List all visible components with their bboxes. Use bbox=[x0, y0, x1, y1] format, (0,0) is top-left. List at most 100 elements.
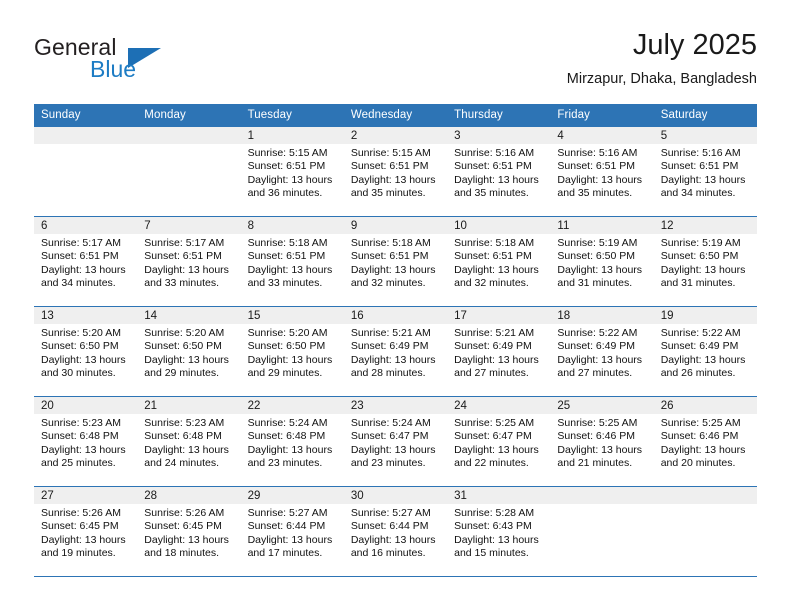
sunrise-text: Sunrise: 5:25 AM bbox=[454, 417, 535, 429]
sunrise-text: Sunrise: 5:16 AM bbox=[557, 147, 638, 159]
sunset-text: Sunset: 6:49 PM bbox=[557, 340, 636, 353]
sunset-text: Sunset: 6:49 PM bbox=[454, 340, 532, 353]
calendar-day-cell[interactable]: 18 Sunrise: 5:22 AM Sunset: 6:49 PM Dayligh… bbox=[550, 306, 654, 397]
day-details: Sunrise: 5:17 AM Sunset: 6:51 PM Daylight:… bbox=[34, 234, 137, 291]
day-number: 7 bbox=[137, 217, 241, 234]
sunrise-text: Sunrise: 5:27 AM bbox=[247, 507, 328, 519]
calendar-day-cell[interactable]: 7 Sunrise: 5:17 AM Sunset: 6:51 PM Daylight… bbox=[137, 216, 241, 307]
daylight-text: Daylight: 13 hours and 18 minutes. bbox=[144, 533, 229, 560]
calendar-day-cell[interactable]: 31 Sunrise: 5:28 AM Sunset: 6:43 PM Dayligh… bbox=[447, 486, 551, 577]
day-details: Sunrise: 5:28 AM Sunset: 6:43 PM Daylight:… bbox=[447, 504, 550, 561]
daylight-text: Daylight: 13 hours and 27 minutes. bbox=[557, 353, 643, 380]
sunrise-text: Sunrise: 5:20 AM bbox=[247, 327, 328, 339]
sunrise-text: Sunrise: 5:23 AM bbox=[41, 417, 121, 429]
calendar-day-cell[interactable]: 6 Sunrise: 5:17 AM Sunset: 6:51 PM Daylight… bbox=[34, 216, 138, 307]
sunset-text: Sunset: 6:46 PM bbox=[660, 430, 739, 443]
sunrise-text: Sunrise: 5:19 AM bbox=[557, 237, 638, 249]
weekday-header-tuesday: Tuesday bbox=[240, 104, 344, 127]
sunset-text: Sunset: 6:46 PM bbox=[557, 430, 636, 443]
day-number: 9 bbox=[343, 217, 448, 234]
sunrise-text: Sunrise: 5:15 AM bbox=[247, 147, 328, 159]
sunset-text: Sunset: 6:43 PM bbox=[454, 520, 532, 533]
calendar-grid: Sunday Monday Tuesday Wednesday Thursday… bbox=[34, 104, 757, 577]
sunrise-text: Sunrise: 5:22 AM bbox=[660, 327, 741, 339]
calendar-day-cell[interactable]: 1 Sunrise: 5:15 AM Sunset: 6:51 PM Daylight… bbox=[240, 126, 344, 217]
day-details: Sunrise: 5:25 AM Sunset: 6:46 PM Daylight:… bbox=[654, 414, 757, 471]
calendar-day-cell[interactable]: 21 Sunrise: 5:23 AM Sunset: 6:48 PM Dayligh… bbox=[137, 396, 241, 487]
day-number: 5 bbox=[653, 127, 757, 144]
calendar-day-cell[interactable]: 12 Sunrise: 5:19 AM Sunset: 6:50 PM Dayligh… bbox=[653, 216, 757, 307]
day-details: Sunrise: 5:20 AM Sunset: 6:50 PM Daylight:… bbox=[137, 324, 240, 381]
calendar-day-cell[interactable]: 29 Sunrise: 5:27 AM Sunset: 6:44 PM Dayligh… bbox=[240, 486, 344, 577]
daylight-text: Daylight: 13 hours and 23 minutes. bbox=[247, 443, 333, 470]
day-number bbox=[137, 127, 241, 144]
day-details: Sunrise: 5:16 AM Sunset: 6:51 PM Daylight:… bbox=[550, 144, 653, 201]
sunset-text: Sunset: 6:49 PM bbox=[660, 340, 739, 353]
calendar-day-cell[interactable]: 8 Sunrise: 5:18 AM Sunset: 6:51 PM Daylight… bbox=[240, 216, 344, 307]
sunrise-text: Sunrise: 5:26 AM bbox=[41, 507, 121, 519]
day-number: 11 bbox=[550, 217, 654, 234]
calendar-day-cell[interactable]: 19 Sunrise: 5:22 AM Sunset: 6:49 PM Dayligh… bbox=[653, 306, 757, 397]
calendar-day-cell[interactable]: 27 Sunrise: 5:26 AM Sunset: 6:45 PM Dayligh… bbox=[34, 486, 138, 577]
sunset-text: Sunset: 6:51 PM bbox=[144, 250, 222, 263]
sunset-text: Sunset: 6:47 PM bbox=[350, 430, 429, 443]
calendar-day-cell[interactable]: 5 Sunrise: 5:16 AM Sunset: 6:51 PM Daylight… bbox=[653, 126, 757, 217]
daylight-text: Daylight: 13 hours and 36 minutes. bbox=[247, 173, 333, 200]
calendar-day-cell[interactable]: 23 Sunrise: 5:24 AM Sunset: 6:47 PM Dayligh… bbox=[343, 396, 448, 487]
calendar-day-cell[interactable]: 14 Sunrise: 5:20 AM Sunset: 6:50 PM Dayligh… bbox=[137, 306, 241, 397]
day-number: 13 bbox=[34, 307, 138, 324]
day-number: 10 bbox=[447, 217, 551, 234]
day-number bbox=[550, 487, 654, 504]
calendar-day-cell[interactable]: 3 Sunrise: 5:16 AM Sunset: 6:51 PM Daylight… bbox=[447, 126, 551, 217]
day-number: 31 bbox=[447, 487, 551, 504]
calendar-day-cell[interactable]: 15 Sunrise: 5:20 AM Sunset: 6:50 PM Dayligh… bbox=[240, 306, 344, 397]
day-details: Sunrise: 5:24 AM Sunset: 6:47 PM Daylight:… bbox=[344, 414, 447, 471]
calendar-day-cell[interactable]: 4 Sunrise: 5:16 AM Sunset: 6:51 PM Daylight… bbox=[550, 126, 654, 217]
day-details: Sunrise: 5:23 AM Sunset: 6:48 PM Daylight:… bbox=[137, 414, 240, 471]
weekday-header-saturday: Saturday bbox=[653, 104, 757, 127]
daylight-text: Daylight: 13 hours and 28 minutes. bbox=[350, 353, 436, 380]
day-number: 14 bbox=[137, 307, 241, 324]
day-details: Sunrise: 5:20 AM Sunset: 6:50 PM Daylight:… bbox=[34, 324, 137, 381]
sunset-text: Sunset: 6:51 PM bbox=[454, 250, 532, 263]
calendar-day-cell[interactable]: 17 Sunrise: 5:21 AM Sunset: 6:49 PM Dayligh… bbox=[447, 306, 551, 397]
calendar-body: 1 Sunrise: 5:15 AM Sunset: 6:51 PM Daylight… bbox=[34, 126, 757, 577]
day-details: Sunrise: 5:25 AM Sunset: 6:47 PM Daylight:… bbox=[447, 414, 550, 471]
sunset-text: Sunset: 6:51 PM bbox=[350, 160, 429, 173]
calendar-day-cell-empty bbox=[137, 126, 241, 217]
calendar-day-cell[interactable]: 28 Sunrise: 5:26 AM Sunset: 6:45 PM Dayligh… bbox=[137, 486, 241, 577]
calendar-day-cell[interactable]: 26 Sunrise: 5:25 AM Sunset: 6:46 PM Dayligh… bbox=[653, 396, 757, 487]
calendar-day-cell[interactable]: 10 Sunrise: 5:18 AM Sunset: 6:51 PM Dayligh… bbox=[447, 216, 551, 307]
calendar-day-cell[interactable]: 13 Sunrise: 5:20 AM Sunset: 6:50 PM Dayligh… bbox=[34, 306, 138, 397]
sunrise-text: Sunrise: 5:24 AM bbox=[247, 417, 328, 429]
daylight-text: Daylight: 13 hours and 23 minutes. bbox=[350, 443, 436, 470]
daylight-text: Daylight: 13 hours and 29 minutes. bbox=[144, 353, 229, 380]
calendar-day-cell[interactable]: 20 Sunrise: 5:23 AM Sunset: 6:48 PM Dayligh… bbox=[34, 396, 138, 487]
calendar-day-cell[interactable]: 11 Sunrise: 5:19 AM Sunset: 6:50 PM Dayligh… bbox=[550, 216, 654, 307]
day-details: Sunrise: 5:19 AM Sunset: 6:50 PM Daylight:… bbox=[550, 234, 653, 291]
sunset-text: Sunset: 6:44 PM bbox=[247, 520, 326, 533]
calendar-day-cell[interactable]: 16 Sunrise: 5:21 AM Sunset: 6:49 PM Dayligh… bbox=[343, 306, 448, 397]
day-details: Sunrise: 5:21 AM Sunset: 6:49 PM Daylight:… bbox=[344, 324, 447, 381]
location-subtitle: Mirzapur, Dhaka, Bangladesh bbox=[566, 71, 757, 87]
day-details: Sunrise: 5:17 AM Sunset: 6:51 PM Daylight:… bbox=[137, 234, 240, 291]
calendar-day-cell[interactable]: 9 Sunrise: 5:18 AM Sunset: 6:51 PM Daylight… bbox=[343, 216, 448, 307]
day-details: Sunrise: 5:16 AM Sunset: 6:51 PM Daylight:… bbox=[654, 144, 757, 201]
weekday-header-wednesday: Wednesday bbox=[343, 104, 448, 127]
sunset-text: Sunset: 6:45 PM bbox=[41, 520, 119, 533]
day-details: Sunrise: 5:20 AM Sunset: 6:50 PM Daylight:… bbox=[241, 324, 344, 381]
sunrise-text: Sunrise: 5:27 AM bbox=[350, 507, 431, 519]
day-details: Sunrise: 5:18 AM Sunset: 6:51 PM Daylight:… bbox=[447, 234, 550, 291]
day-details: Sunrise: 5:15 AM Sunset: 6:51 PM Daylight:… bbox=[241, 144, 344, 201]
sunset-text: Sunset: 6:51 PM bbox=[557, 160, 636, 173]
daylight-text: Daylight: 13 hours and 17 minutes. bbox=[247, 533, 333, 560]
sunset-text: Sunset: 6:50 PM bbox=[144, 340, 222, 353]
calendar-day-cell[interactable]: 25 Sunrise: 5:25 AM Sunset: 6:46 PM Dayligh… bbox=[550, 396, 654, 487]
calendar-day-cell[interactable]: 22 Sunrise: 5:24 AM Sunset: 6:48 PM Dayligh… bbox=[240, 396, 344, 487]
calendar-day-cell[interactable]: 24 Sunrise: 5:25 AM Sunset: 6:47 PM Dayligh… bbox=[447, 396, 551, 487]
calendar-day-cell[interactable]: 2 Sunrise: 5:15 AM Sunset: 6:51 PM Daylight… bbox=[343, 126, 448, 217]
sunrise-text: Sunrise: 5:20 AM bbox=[144, 327, 225, 339]
day-number: 2 bbox=[343, 127, 448, 144]
calendar-day-cell[interactable]: 30 Sunrise: 5:27 AM Sunset: 6:44 PM Dayligh… bbox=[343, 486, 448, 577]
brand-logo[interactable]: General Blue bbox=[34, 34, 234, 92]
